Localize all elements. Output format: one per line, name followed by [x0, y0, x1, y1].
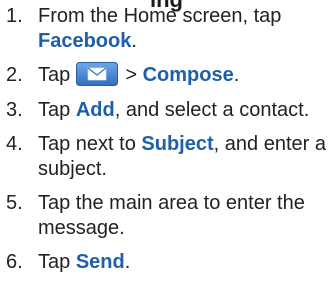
step-item: 3. Tap Add, and select a contact.	[0, 98, 328, 123]
step-text: .	[233, 64, 240, 86]
step-text: Tap	[38, 64, 76, 86]
step-text: From the Home screen, tap	[38, 5, 282, 27]
step-number: 2.	[6, 64, 23, 86]
step-keyword: Facebook	[38, 29, 132, 52]
step-text: Tap the main area to enter the message.	[38, 192, 305, 239]
step-keyword: Subject	[141, 133, 214, 155]
step-number: 4.	[6, 133, 23, 155]
step-number: 1.	[6, 5, 23, 27]
mail-icon	[75, 61, 118, 86]
step-keyword: Send	[75, 251, 125, 273]
step-item: 2. Tap > Compose.	[0, 61, 328, 88]
step-keyword: Compose	[142, 64, 234, 86]
step-item: 6. Tap Send.	[0, 250, 328, 275]
step-text: >	[119, 64, 143, 86]
step-text: .	[131, 29, 137, 52]
step-item: 4. Tap next to Subject, and enter a subj…	[0, 132, 328, 181]
step-text: Tap	[38, 251, 76, 273]
instruction-steps-list: 1. From the Home screen, tap Facebook. 2…	[0, 4, 333, 285]
step-text: .	[124, 251, 131, 273]
step-number: 5.	[6, 192, 23, 214]
step-text: Tap next to	[38, 133, 142, 155]
step-number: 6.	[6, 251, 23, 273]
step-keyword: Add	[75, 98, 115, 121]
step-number: 3.	[6, 98, 23, 121]
step-text: Tap	[38, 98, 76, 121]
step-item: 5. Tap the main area to enter the messag…	[0, 191, 328, 240]
step-text: , and select a contact.	[114, 98, 310, 121]
step-item: 1. From the Home screen, tap Facebook.	[0, 4, 328, 53]
